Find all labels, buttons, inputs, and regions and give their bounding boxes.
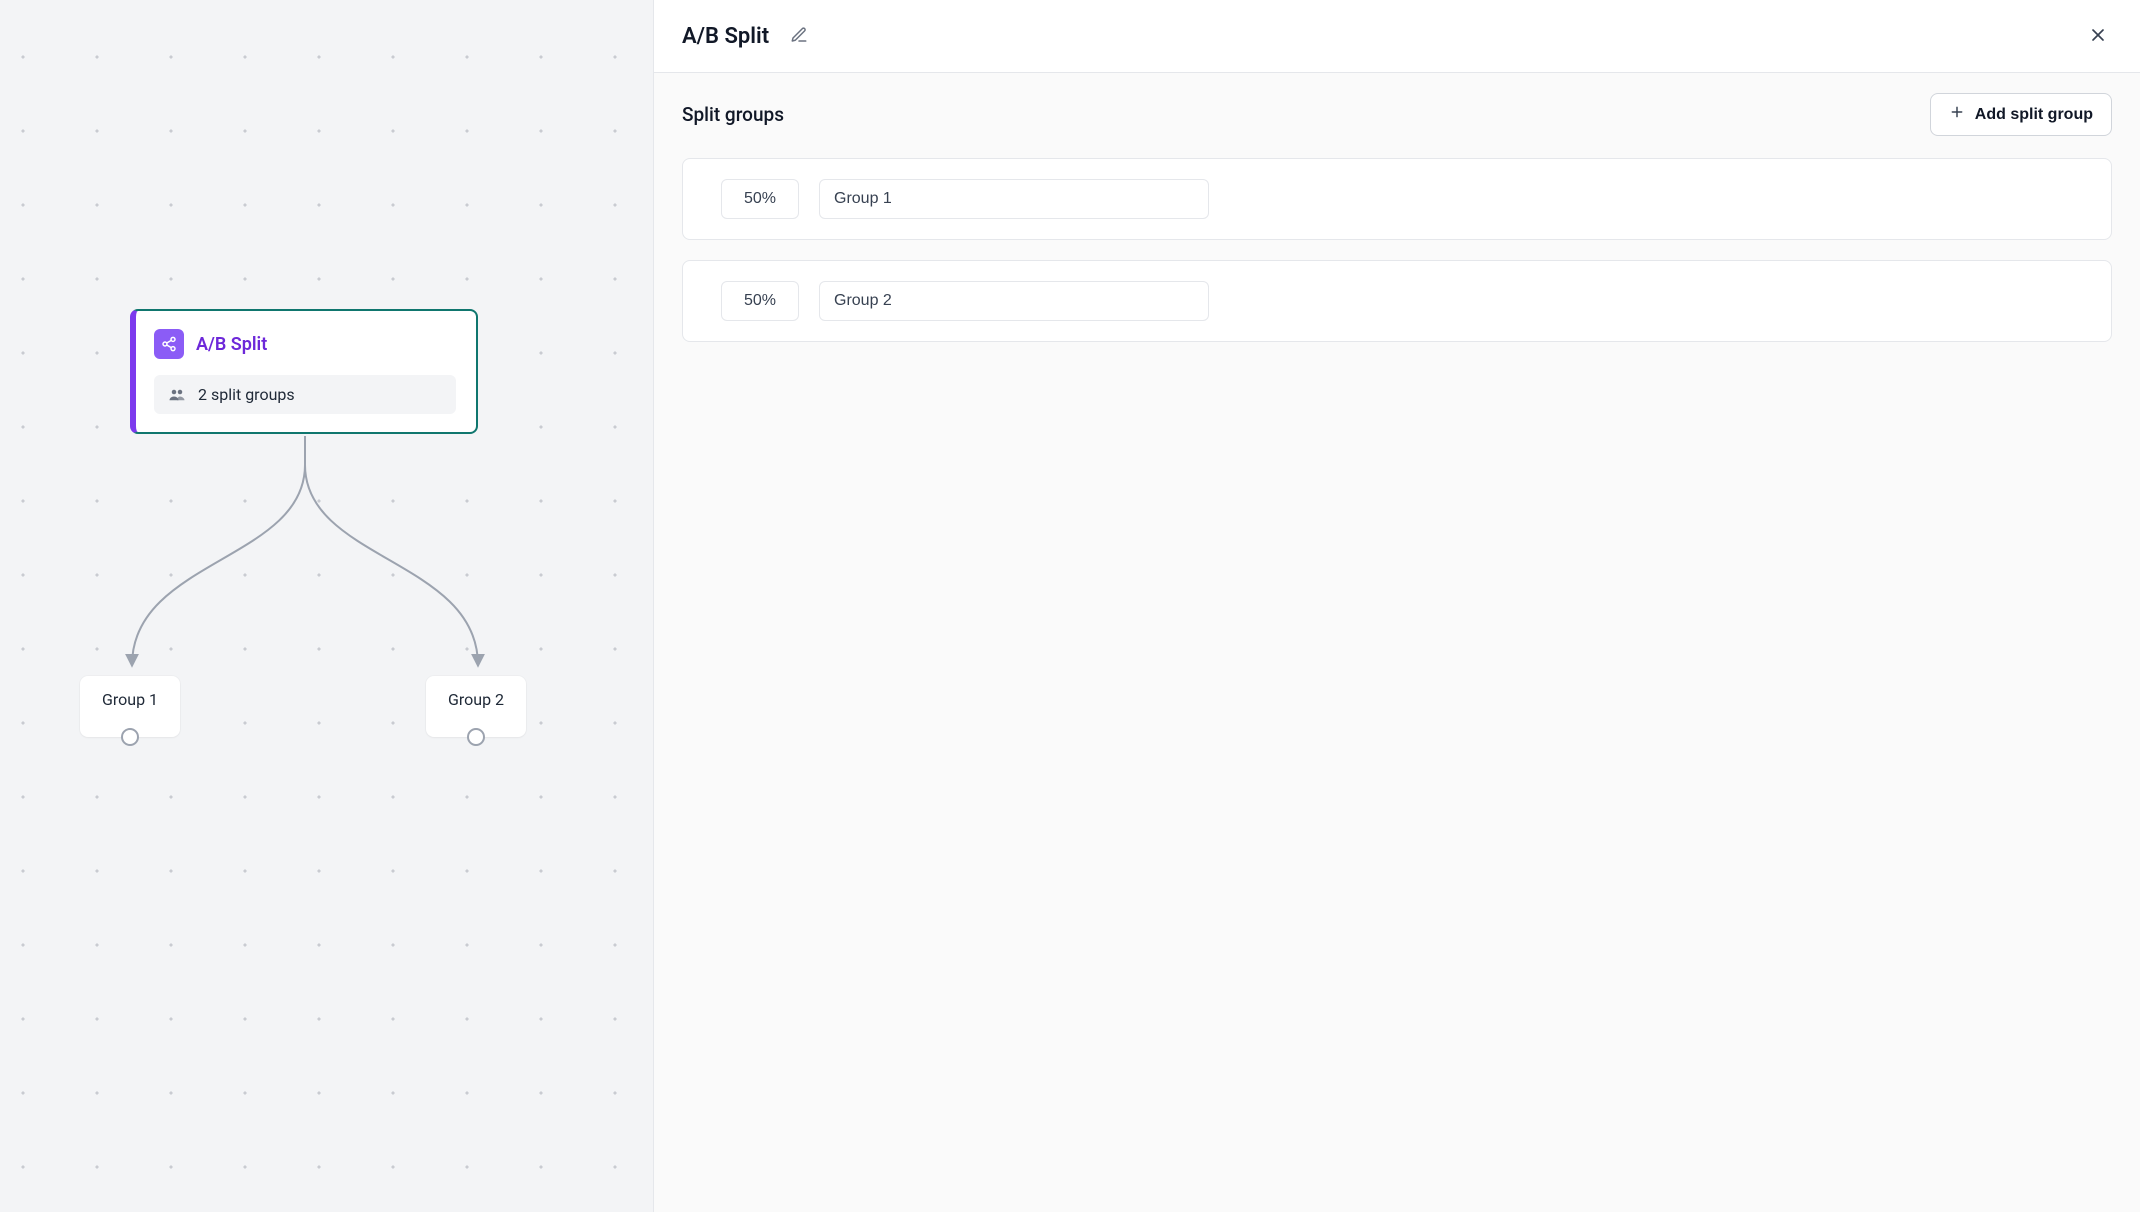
pencil-icon [790, 26, 808, 47]
branch-node-group-2[interactable]: Group 2 [426, 676, 526, 737]
node-status-row: 2 split groups [154, 375, 456, 414]
group-name-input[interactable] [819, 179, 1209, 219]
group-percent-input[interactable] [721, 179, 799, 219]
panel-header: A/B Split [654, 0, 2140, 73]
group-percent-input[interactable] [721, 281, 799, 321]
plus-icon [1949, 104, 1965, 125]
split-group-row [682, 260, 2112, 342]
branch-output-handle[interactable] [121, 728, 139, 746]
ab-split-node[interactable]: A/B Split 2 split groups [130, 309, 478, 434]
close-icon [2088, 25, 2108, 48]
config-panel: A/B Split Split groups [653, 0, 2140, 1212]
panel-body: Split groups Add split group [654, 73, 2140, 1212]
close-panel-button[interactable] [2084, 22, 2112, 50]
section-title: Split groups [682, 103, 784, 126]
branch-label: Group 2 [448, 690, 504, 709]
workflow-canvas[interactable]: A/B Split 2 split groups Group 1 Group 2 [0, 0, 653, 1212]
node-title: A/B Split [196, 334, 267, 355]
split-group-row [682, 158, 2112, 240]
branch-output-handle[interactable] [467, 728, 485, 746]
add-split-group-button[interactable]: Add split group [1930, 93, 2112, 136]
users-icon [168, 386, 186, 404]
group-name-input[interactable] [819, 281, 1209, 321]
branch-node-group-1[interactable]: Group 1 [80, 676, 180, 737]
node-header: A/B Split [154, 329, 456, 359]
node-status-text: 2 split groups [198, 385, 295, 404]
edit-title-button[interactable] [785, 22, 813, 50]
section-header-row: Split groups Add split group [682, 93, 2112, 136]
panel-title: A/B Split [682, 24, 769, 49]
add-button-label: Add split group [1975, 106, 2093, 124]
branch-label: Group 1 [102, 690, 158, 709]
split-icon [154, 329, 184, 359]
